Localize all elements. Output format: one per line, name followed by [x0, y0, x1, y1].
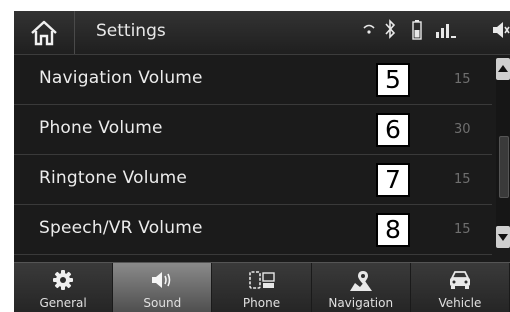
- home-button[interactable]: [14, 11, 75, 54]
- tab-sound[interactable]: Sound: [113, 263, 213, 312]
- volume-value: 15: [454, 172, 471, 187]
- sound-settings-list: Navigation Volume 5 15 Phone Volume 6 30…: [14, 55, 492, 255]
- gear-icon: [53, 270, 74, 290]
- page-title: Settings: [96, 21, 166, 41]
- tab-label: Vehicle: [438, 296, 482, 310]
- tab-vehicle[interactable]: Vehicle: [411, 263, 510, 312]
- list-item-phone-volume[interactable]: Phone Volume 6 30: [14, 105, 492, 155]
- infotainment-screen: Settings Navigation Volume 5 15 Phone Vo…: [14, 11, 510, 312]
- callout-number: 5: [376, 63, 410, 97]
- scroll-thumb[interactable]: [499, 136, 509, 198]
- row-label: Navigation Volume: [39, 68, 203, 88]
- battery-icon: [412, 20, 422, 40]
- tab-navigation[interactable]: Navigation: [312, 263, 411, 312]
- volume-value: 15: [454, 72, 471, 87]
- speaker-icon: [152, 272, 171, 288]
- scroll-up-button[interactable]: [496, 58, 510, 80]
- scroll-down-button[interactable]: [496, 226, 510, 248]
- car-icon: [449, 271, 470, 289]
- tab-label: Phone: [242, 296, 281, 310]
- wifi-icon: [363, 24, 375, 34]
- phone-icon: [248, 271, 275, 289]
- tab-label: Navigation: [328, 296, 394, 310]
- tab-phone[interactable]: Phone: [212, 263, 312, 312]
- signal-icon: [436, 24, 456, 38]
- map-pin-icon: [349, 271, 372, 291]
- volume-mute-icon: [493, 22, 510, 38]
- tab-label: General: [39, 296, 87, 310]
- list-item-navigation-volume[interactable]: Navigation Volume 5 15: [14, 55, 492, 105]
- callout-number: 7: [376, 163, 410, 197]
- list-item-speech-vr-volume[interactable]: Speech/VR Volume 8 15: [14, 205, 492, 255]
- bluetooth-icon: [385, 19, 396, 39]
- callout-number: 6: [376, 113, 410, 147]
- bottom-tab-bar: General Sound Phone Navigation Vehicle: [14, 262, 510, 312]
- scrollbar[interactable]: [496, 58, 510, 248]
- home-icon: [31, 20, 57, 46]
- row-label: Phone Volume: [39, 118, 163, 138]
- volume-value: 30: [454, 122, 471, 137]
- row-label: Speech/VR Volume: [39, 218, 203, 238]
- header-bar: Settings: [14, 11, 510, 55]
- tab-label: Sound: [143, 296, 182, 310]
- list-item-ringtone-volume[interactable]: Ringtone Volume 7 15: [14, 155, 492, 205]
- callout-number: 8: [376, 213, 410, 247]
- volume-value: 15: [454, 222, 471, 237]
- tab-general[interactable]: General: [14, 263, 114, 312]
- row-label: Ringtone Volume: [39, 168, 188, 188]
